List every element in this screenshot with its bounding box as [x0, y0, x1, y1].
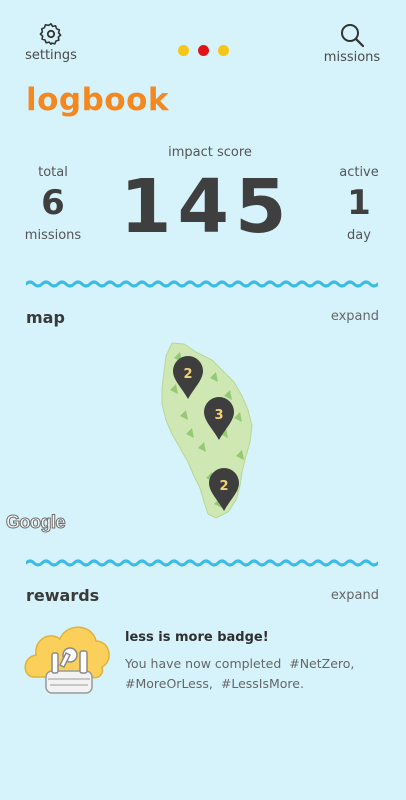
page-dot-2 — [198, 45, 209, 56]
map-expand-link[interactable]: expand — [331, 309, 379, 324]
impact-score-value: 145 — [120, 164, 293, 250]
page-dot-1 — [178, 45, 189, 56]
page-indicator — [178, 45, 230, 57]
total-label: total — [38, 165, 68, 180]
hashtag: #MoreOrLess, — [125, 676, 213, 691]
map-heading: map — [26, 308, 65, 327]
active-days-value: 1 — [347, 183, 371, 223]
badge-desc-text: You have now completed — [125, 656, 282, 671]
total-missions-value: 6 — [41, 183, 65, 223]
google-attribution: Google — [6, 512, 67, 533]
hashtag: #NetZero, — [289, 656, 355, 671]
svg-text:2: 2 — [183, 367, 192, 382]
hashtag: #LessIsMore. — [220, 676, 304, 691]
active-label: active — [339, 165, 379, 180]
svg-text:3: 3 — [214, 408, 223, 423]
page-dot-3 — [218, 45, 229, 56]
settings-label: settings — [25, 48, 77, 63]
map-view[interactable]: 2 3 2 — [150, 338, 260, 523]
badge-image — [24, 626, 110, 694]
gear-icon — [39, 23, 62, 45]
badge-title: less is more badge! — [125, 630, 269, 645]
island-map: 2 3 2 — [161, 342, 253, 519]
day-label: day — [347, 228, 371, 243]
badge-card[interactable]: less is more badge! You have now complet… — [24, 615, 380, 710]
rewards-expand-link[interactable]: expand — [331, 588, 379, 603]
missions-button[interactable]: missions — [322, 22, 382, 65]
wave-divider — [26, 280, 378, 288]
settings-button[interactable]: settings — [21, 22, 81, 63]
impact-score-label: impact score — [168, 145, 252, 160]
rewards-heading: rewards — [26, 586, 100, 605]
wave-divider — [26, 559, 378, 567]
svg-text:2: 2 — [219, 479, 228, 494]
search-icon — [341, 24, 365, 48]
page-title: logbook — [26, 82, 170, 118]
badge-description: You have now completed #NetZero, #MoreOr… — [125, 654, 380, 694]
missions-label: missions — [323, 50, 381, 65]
missions-count-label: missions — [24, 228, 82, 243]
